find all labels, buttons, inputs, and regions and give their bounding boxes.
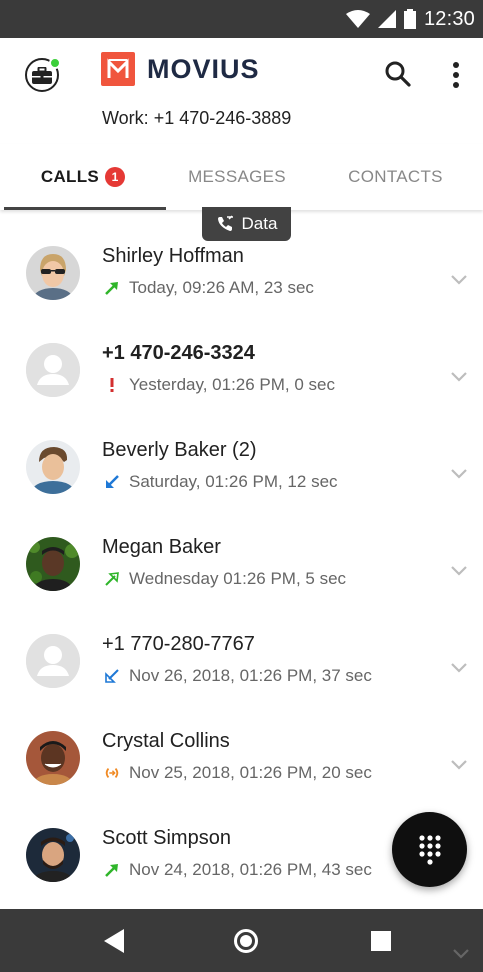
call-detail: Nov 24, 2018, 01:26 PM, 43 sec xyxy=(104,860,372,880)
nav-chevron-button[interactable] xyxy=(446,939,476,969)
tab-messages-label: MESSAGES xyxy=(188,167,286,186)
call-detail: Today, 09:26 AM, 23 sec xyxy=(104,278,314,298)
tab-messages[interactable]: MESSAGES xyxy=(166,144,308,210)
nav-recents-button[interactable] xyxy=(366,926,396,956)
tab-contacts-label: CONTACTS xyxy=(348,167,443,186)
chevron-down-icon xyxy=(453,949,469,959)
work-profile-button[interactable] xyxy=(25,57,61,92)
home-circle-icon xyxy=(234,929,258,953)
call-row[interactable]: +1 770-280-7767 Nov 26, 2018, 01:26 PM, … xyxy=(0,598,483,695)
caller-name: +1 770-280-7767 xyxy=(102,633,255,655)
chevron-down-icon[interactable] xyxy=(449,467,469,481)
status-dot xyxy=(49,57,61,69)
outgoing-wifi-call-icon xyxy=(104,571,120,587)
chevron-down-icon[interactable] xyxy=(449,273,469,287)
data-pill-label: Data xyxy=(241,214,278,233)
app-header: MOVIUS Work: +1 470-246-3889 xyxy=(0,38,483,144)
active-tab-indicator xyxy=(4,207,166,210)
call-detail: Yesterday, 01:26 PM, 0 sec xyxy=(104,375,335,395)
calls-badge: 1 xyxy=(105,167,126,187)
outgoing-call-icon xyxy=(104,280,120,296)
battery-icon xyxy=(403,9,416,29)
briefcase-icon xyxy=(32,66,52,84)
work-number-line: Work: +1 470-246-3889 xyxy=(102,108,291,129)
avatar xyxy=(26,828,80,882)
avatar xyxy=(26,246,80,300)
chevron-down-icon[interactable] xyxy=(449,758,469,772)
tab-calls-label: CALLS xyxy=(40,167,100,186)
system-nav-bar xyxy=(0,909,483,972)
call-detail-text: Nov 24, 2018, 01:26 PM, 43 sec xyxy=(129,860,372,879)
outgoing-call-icon xyxy=(104,862,120,878)
call-detail-text: Nov 25, 2018, 01:26 PM, 20 sec xyxy=(129,763,372,782)
chevron-down-icon[interactable] xyxy=(449,661,469,675)
work-number: +1 470-246-3889 xyxy=(153,108,292,128)
tab-calls[interactable]: CALLS 1 xyxy=(0,144,166,210)
incoming-wifi-call-icon xyxy=(104,668,120,684)
chevron-down-icon[interactable] xyxy=(449,370,469,384)
logo-mark-icon xyxy=(101,52,135,86)
status-time: 12:30 xyxy=(423,7,475,30)
avatar xyxy=(26,440,80,494)
tab-bar: CALLS 1 MESSAGES CONTACTS xyxy=(0,144,483,210)
caller-name: Megan Baker xyxy=(102,536,221,558)
logo-text: MOVIUS xyxy=(147,53,260,84)
avatar-placeholder xyxy=(26,634,80,688)
caller-name: Shirley Hoffman xyxy=(102,245,244,267)
status-icons: 12:30 xyxy=(345,7,475,31)
call-row[interactable]: Megan Baker Wednesday 01:26 PM, 5 sec xyxy=(0,501,483,598)
tab-contacts[interactable]: CONTACTS xyxy=(308,144,483,210)
forwarded-call-icon xyxy=(104,765,120,781)
dialpad-fab[interactable] xyxy=(392,812,467,887)
dialpad-icon xyxy=(418,834,441,865)
call-detail-text: Wednesday 01:26 PM, 5 sec xyxy=(129,569,347,588)
wifi-icon xyxy=(345,10,370,28)
call-detail-text: Saturday, 01:26 PM, 12 sec xyxy=(129,472,338,491)
avatar xyxy=(26,731,80,785)
call-row[interactable]: +1 470-246-3324 Yesterday, 01:26 PM, 0 s… xyxy=(0,307,483,404)
call-detail: Saturday, 01:26 PM, 12 sec xyxy=(104,472,338,492)
recents-square-icon xyxy=(371,931,391,951)
avatar-placeholder xyxy=(26,343,80,397)
caller-name: +1 470-246-3324 xyxy=(102,342,255,364)
incoming-call-icon xyxy=(104,474,120,490)
caller-name: Scott Simpson xyxy=(102,827,231,849)
call-detail: Nov 25, 2018, 01:26 PM, 20 sec xyxy=(104,763,372,783)
search-button[interactable] xyxy=(384,60,412,88)
data-mode-pill[interactable]: Data xyxy=(202,207,291,241)
overflow-menu-button[interactable] xyxy=(446,60,466,90)
avatar xyxy=(26,537,80,591)
caller-name: Beverly Baker (2) xyxy=(102,439,257,461)
call-detail: Nov 26, 2018, 01:26 PM, 37 sec xyxy=(104,666,372,686)
call-detail-text: Today, 09:26 AM, 23 sec xyxy=(129,278,314,297)
movius-logo: MOVIUS xyxy=(101,52,260,86)
call-row[interactable]: Crystal Collins Nov 25, 2018, 01:26 PM, … xyxy=(0,695,483,792)
back-triangle-icon xyxy=(104,929,124,953)
nav-back-button[interactable] xyxy=(99,926,129,956)
chevron-down-icon[interactable] xyxy=(449,564,469,578)
wifi-call-icon xyxy=(217,215,233,231)
call-row[interactable]: Beverly Baker (2) Saturday, 01:26 PM, 12… xyxy=(0,404,483,501)
missed-call-icon xyxy=(104,377,120,393)
nav-home-button[interactable] xyxy=(231,926,261,956)
caller-name: Crystal Collins xyxy=(102,730,230,752)
more-vert-icon xyxy=(453,62,459,88)
call-detail: Wednesday 01:26 PM, 5 sec xyxy=(104,569,346,589)
search-icon xyxy=(385,61,411,87)
cell-signal-icon xyxy=(377,10,396,28)
work-label: Work: xyxy=(102,108,149,128)
call-detail-text: Yesterday, 01:26 PM, 0 sec xyxy=(129,375,336,394)
status-bar: 12:30 xyxy=(0,0,483,38)
call-detail-text: Nov 26, 2018, 01:26 PM, 37 sec xyxy=(129,666,372,685)
